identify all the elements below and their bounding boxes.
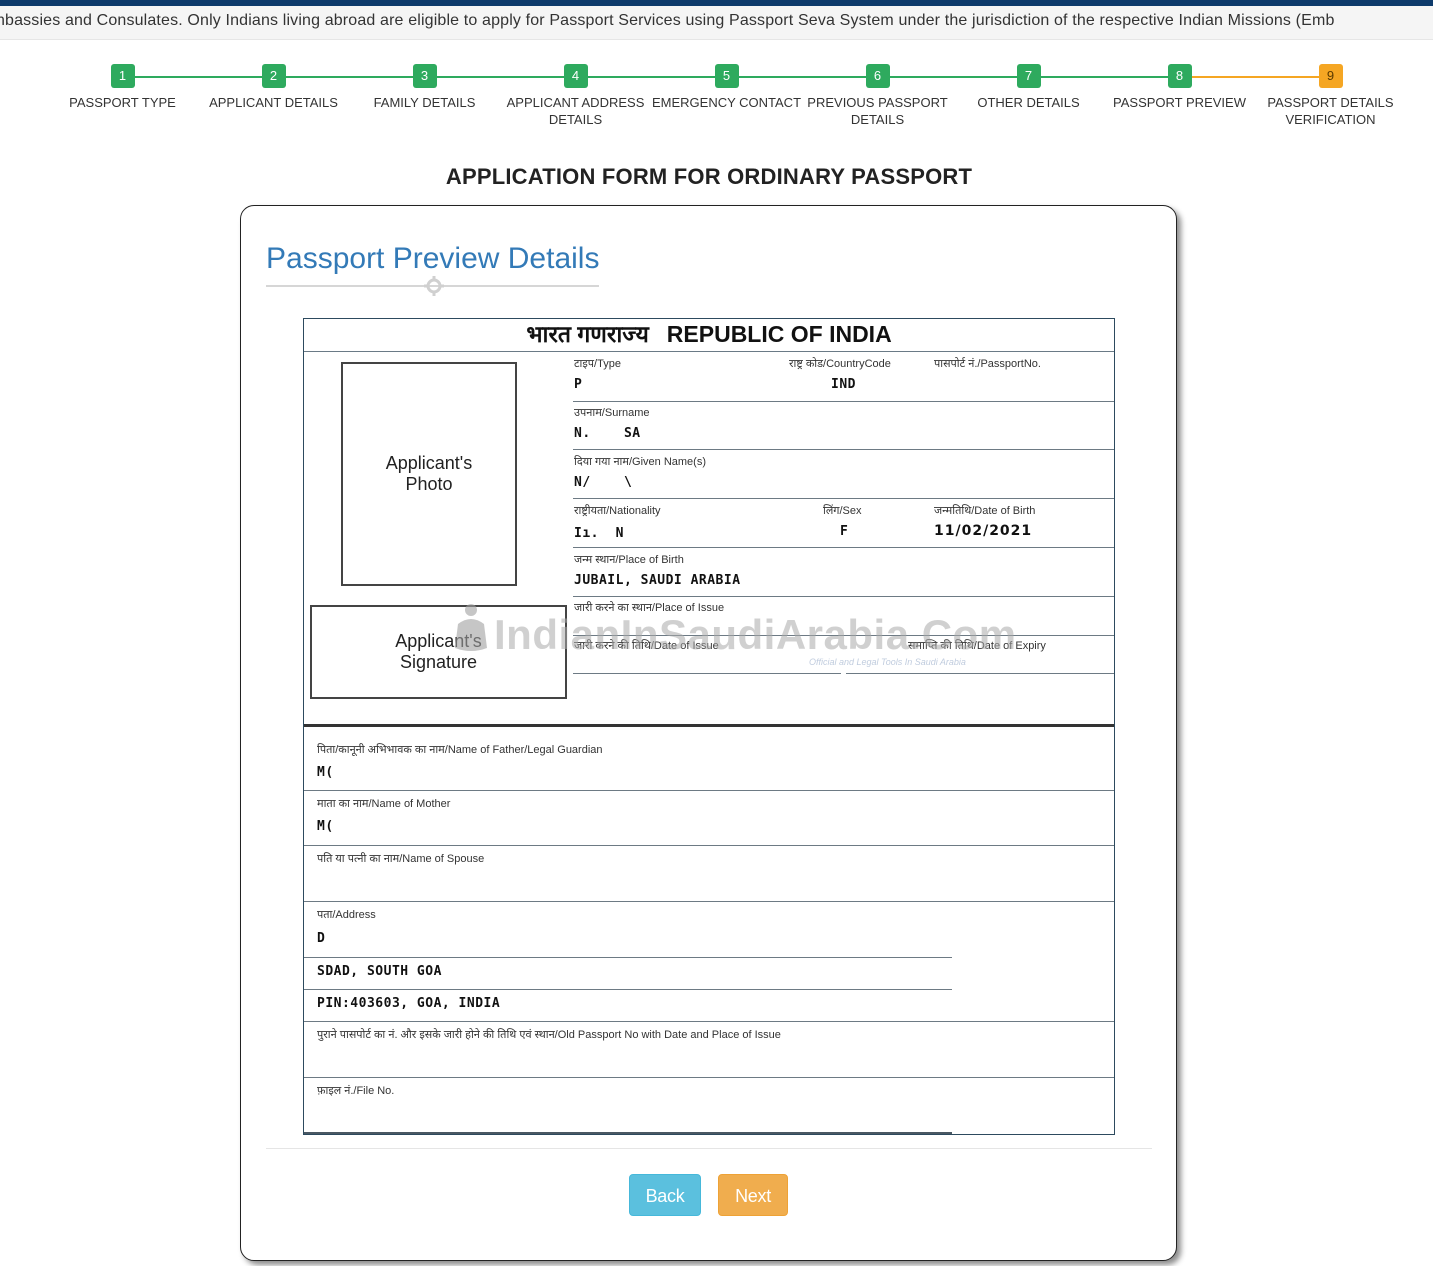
step-label: PREVIOUS PASSPORT DETAILS: [807, 95, 948, 127]
file-no-label: फ़ाइल नं./File No.: [317, 1085, 395, 1097]
photo-placeholder-text: Applicant's Photo: [385, 453, 473, 494]
card-heading: Passport Preview Details: [266, 242, 600, 275]
date-of-issue-label: जारी करने की तिथि/Date of Issue: [574, 640, 719, 652]
step-applicant-details[interactable]: 2 APPLICANT DETAILS: [198, 64, 349, 111]
notice-text: nbassies and Consulates. Only Indians li…: [0, 12, 1335, 29]
address-line-2: SDAD, SOUTH GOA: [317, 964, 442, 979]
passport-header: भारत गणराज्य REPUBLIC OF INDIA: [304, 319, 1114, 352]
row-divider: [573, 596, 1114, 597]
step-number: 3: [412, 64, 437, 88]
header-english: REPUBLIC OF INDIA: [666, 321, 892, 347]
divider-ornament-icon: [424, 276, 444, 296]
place-of-birth-value: JUBAIL, SAUDI ARABIA: [574, 573, 741, 588]
step-label: FAMILY DETAILS: [373, 95, 476, 110]
date-of-expiry-label: समाप्ति की तिथि/Date of Expiry: [908, 640, 1046, 652]
passport-preview: भारत गणराज्य REPUBLIC OF INDIA Applicant'…: [303, 318, 1115, 1135]
address-line-divider: [304, 957, 952, 958]
step-number: 2: [261, 64, 286, 88]
issue-date-underline: [573, 673, 841, 674]
step-number: 5: [714, 64, 739, 88]
row-divider: [304, 845, 1114, 846]
nationality-value: Iı. N: [574, 526, 624, 541]
footer-divider: [266, 1148, 1152, 1149]
form-title: APPLICATION FORM FOR ORDINARY PASSPORT: [445, 164, 973, 189]
step-number: 8: [1167, 64, 1192, 88]
back-button[interactable]: Back: [629, 1174, 701, 1216]
surname-value: N. SA: [574, 426, 641, 441]
address-line-1: D: [317, 931, 326, 946]
row-divider: [573, 449, 1114, 450]
step-number: 7: [1016, 64, 1041, 88]
row-divider: [304, 1021, 1114, 1022]
next-button[interactable]: Next: [718, 1174, 788, 1216]
row-divider: [304, 901, 1114, 902]
dob-value: 11/02/2021: [934, 523, 1033, 539]
bottom-underline: [304, 1132, 952, 1134]
father-value: M(: [317, 765, 334, 780]
address-line-3: PIN:403603, GOA, INDIA: [317, 996, 501, 1011]
applicant-signature-placeholder: Applicant's Signature: [310, 605, 567, 699]
sex-value: F: [840, 524, 849, 539]
row-divider: [573, 401, 1114, 402]
signature-placeholder-text: Applicant's Signature: [395, 631, 482, 672]
row-divider: [304, 790, 1114, 791]
step-number: 4: [563, 64, 588, 88]
row-divider: [304, 1077, 1114, 1078]
step-passport-type[interactable]: 1 PASSPORT TYPE: [47, 64, 198, 111]
step-label: APPLICANT ADDRESS DETAILS: [506, 95, 645, 127]
nationality-label: राष्ट्रीयता/Nationality: [574, 505, 661, 517]
step-emergency-contact[interactable]: 5 EMERGENCY CONTACT: [651, 64, 802, 111]
step-label: OTHER DETAILS: [977, 95, 1080, 110]
address-label: पता/Address: [317, 909, 376, 921]
step-details-verification[interactable]: 9 PASSPORT DETAILS VERIFICATION: [1255, 64, 1406, 128]
mother-label: माता का नाम/Name of Mother: [317, 798, 451, 810]
row-divider: [573, 635, 1114, 636]
section-divider: [304, 724, 1114, 727]
step-label: PASSPORT TYPE: [69, 95, 176, 110]
step-label: PASSPORT DETAILS VERIFICATION: [1267, 95, 1394, 127]
type-label: टाइप/Type: [574, 358, 621, 370]
step-other-details[interactable]: 7 OTHER DETAILS: [953, 64, 1104, 111]
dob-label: जन्मतिथि/Date of Birth: [934, 505, 1036, 517]
sex-label: लिंग/Sex: [823, 505, 862, 517]
row-divider: [573, 498, 1114, 499]
step-label: APPLICANT DETAILS: [209, 95, 338, 110]
header-hindi: भारत गणराज्य: [526, 321, 649, 347]
type-value: P: [574, 377, 583, 392]
old-passport-label: पुराने पासपोर्ट का नं. और इसके जारी होने…: [317, 1029, 781, 1041]
step-previous-passport[interactable]: 6 PREVIOUS PASSPORT DETAILS: [802, 64, 953, 128]
expiry-date-underline: [846, 673, 1114, 674]
country-code-label: राष्ट्र कोड/CountryCode: [789, 358, 891, 370]
step-number: 9: [1318, 64, 1343, 88]
mother-value: M(: [317, 819, 334, 834]
step-passport-preview[interactable]: 8 PASSPORT PREVIEW: [1104, 64, 1255, 111]
watermark-subtext: Official and Legal Tools In Saudi Arabia: [809, 657, 966, 667]
passport-no-label: पासपोर्ट नं./PassportNo.: [934, 358, 1041, 370]
step-label: PASSPORT PREVIEW: [1113, 95, 1246, 110]
progress-stepper: 1 PASSPORT TYPE 2 APPLICANT DETAILS 3 FA…: [47, 64, 1406, 134]
notice-marquee: nbassies and Consulates. Only Indians li…: [0, 6, 1433, 40]
step-number: 6: [865, 64, 890, 88]
step-number: 1: [110, 64, 135, 88]
address-line-divider: [304, 989, 952, 990]
applicant-photo-placeholder: Applicant's Photo: [341, 362, 517, 586]
place-of-issue-label: जारी करने का स्थान/Place of Issue: [574, 602, 725, 614]
given-names-value: N/ \: [574, 475, 633, 490]
step-label: EMERGENCY CONTACT: [651, 95, 802, 110]
step-family-details[interactable]: 3 FAMILY DETAILS: [349, 64, 500, 111]
step-applicant-address[interactable]: 4 APPLICANT ADDRESS DETAILS: [500, 64, 651, 128]
spouse-label: पति या पत्नी का नाम/Name of Spouse: [317, 853, 485, 865]
surname-label: उपनाम/Surname: [574, 407, 650, 419]
place-of-birth-label: जन्म स्थान/Place of Birth: [574, 554, 684, 566]
given-names-label: दिया गया नाम/Given Name(s): [574, 456, 707, 468]
row-divider: [573, 547, 1114, 548]
passport-preview-card: Passport Preview Details भारत गणराज्य REP…: [240, 205, 1177, 1261]
father-label: पिता/कानूनी अभिभावक का नाम/Name of Fathe…: [317, 744, 603, 756]
country-code-value: IND: [831, 377, 856, 392]
